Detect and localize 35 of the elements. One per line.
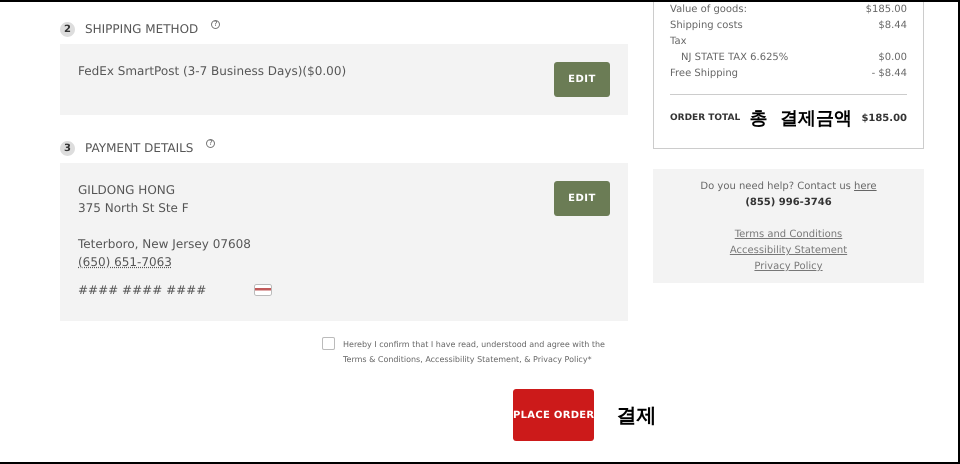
summary-value: $185.00 bbox=[866, 3, 907, 17]
phone-number: (650) 651-7063 bbox=[78, 254, 173, 271]
edit-button[interactable]: EDIT bbox=[554, 62, 610, 97]
section-title: PAYMENT DETAILS bbox=[85, 140, 194, 157]
annotation-text: 총 결제금액 bbox=[750, 107, 852, 131]
contact-link[interactable]: here bbox=[854, 181, 877, 192]
summary-value: $0.00 bbox=[878, 51, 907, 65]
footer-link[interactable]: Terms and Conditions bbox=[734, 227, 842, 243]
summary-label: Shipping costs bbox=[670, 19, 743, 33]
customer-name: GILDONG HONG bbox=[78, 182, 176, 199]
card-number: #### #### #### bbox=[78, 282, 206, 299]
agreement-checkbox[interactable] bbox=[322, 337, 335, 350]
shipping-method: FedEx SmartPost (3-7 Business Days)($0.00) bbox=[78, 63, 346, 80]
credit-card-icon bbox=[254, 284, 272, 296]
annotation-text: 결제 bbox=[616, 402, 656, 429]
summary-label: Tax bbox=[670, 35, 686, 49]
order-total-label: ORDER TOTAL bbox=[670, 112, 740, 125]
place-order-button[interactable]: PLACE ORDER bbox=[513, 389, 594, 441]
help-phone: (855) 996-3746 bbox=[745, 196, 832, 210]
step-number: 2 bbox=[60, 22, 75, 36]
summary-label: NJ STATE TAX 6.625% bbox=[681, 51, 788, 65]
summary-label: Free Shipping bbox=[670, 67, 738, 81]
footer-link[interactable]: Accessibility Statement bbox=[730, 243, 848, 259]
address-line: 375 North St Ste F bbox=[78, 200, 190, 217]
footer-link[interactable]: Privacy Policy bbox=[754, 259, 823, 275]
agreement-text: Hereby I confirm that I have read, understood and agree with the Terms & Conditions, Accessibility Statement, & Privacy Policy* bbox=[343, 339, 606, 366]
city-line: Teterboro, New Jersey 07608 bbox=[78, 236, 252, 253]
order-total-value: $185.00 bbox=[861, 112, 907, 126]
summary-value: - $8.44 bbox=[872, 67, 907, 81]
edit-button[interactable]: EDIT bbox=[554, 181, 610, 216]
summary-value: $8.44 bbox=[878, 19, 907, 33]
summary-label: Value of goods: bbox=[670, 3, 747, 17]
help-text: Do you need help? Contact us here bbox=[700, 180, 877, 194]
section-title: SHIPPING METHOD bbox=[85, 21, 198, 38]
step-number: 3 bbox=[60, 140, 75, 156]
